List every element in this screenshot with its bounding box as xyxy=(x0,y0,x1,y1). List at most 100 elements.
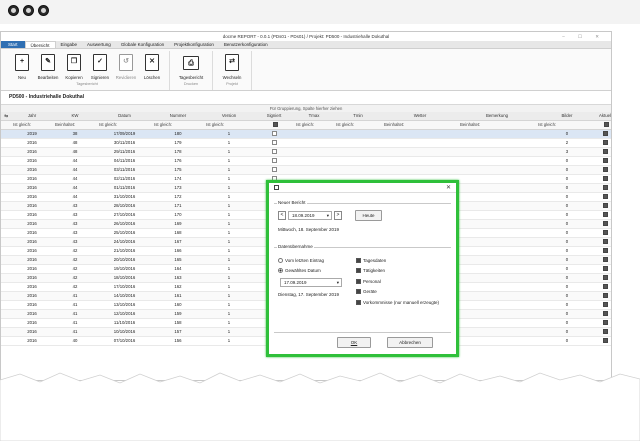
window-controls[interactable]: – ☐ ✕ xyxy=(562,32,605,41)
tab-globale-konfiguration[interactable]: Globale Konfiguration xyxy=(116,41,169,48)
aktuell-checkbox[interactable] xyxy=(603,239,608,245)
radio-chosen-date[interactable]: Gewähltes Datum xyxy=(278,268,321,274)
maximize-window-icon[interactable] xyxy=(38,5,49,16)
ok-button[interactable]: OK xyxy=(337,337,371,348)
row-indicator[interactable] xyxy=(1,183,11,194)
row-indicator[interactable] xyxy=(1,201,11,212)
tab-auswertung[interactable]: Auswertung xyxy=(82,41,116,48)
aktuell-checkbox[interactable] xyxy=(603,176,608,182)
aktuell-checkbox[interactable] xyxy=(603,149,608,155)
row-indicator[interactable] xyxy=(1,210,11,221)
row-indicator[interactable] xyxy=(1,165,11,176)
tab-start[interactable]: Start xyxy=(1,41,25,48)
row-indicator[interactable] xyxy=(1,156,11,167)
aktuell-checkbox[interactable] xyxy=(603,140,608,146)
column-header[interactable]: Bemerkung xyxy=(458,112,536,122)
aktuell-checkbox[interactable] xyxy=(603,167,608,173)
row-indicator[interactable] xyxy=(1,192,11,203)
copy-button[interactable]: ❐ Kopieren xyxy=(61,51,87,80)
row-indicator[interactable] xyxy=(1,309,11,320)
row-indicator[interactable] xyxy=(1,174,11,185)
table-row[interactable]: 2019 38 17/09/2019 180 1 0 xyxy=(1,129,611,140)
row-indicator[interactable] xyxy=(1,273,11,284)
aktuell-checkbox[interactable] xyxy=(603,185,608,191)
revise-button[interactable]: ↺ Revidieren xyxy=(113,51,139,80)
row-indicator[interactable] xyxy=(1,228,11,239)
group-icon[interactable]: ⇆ xyxy=(1,112,11,122)
filter-cell[interactable]: Ist gleich: xyxy=(11,120,53,131)
aktuell-checkbox[interactable] xyxy=(603,131,608,137)
filter-checkbox[interactable] xyxy=(272,122,278,128)
row-indicator[interactable] xyxy=(1,138,11,149)
aktuell-checkbox[interactable] xyxy=(603,194,608,200)
table-row[interactable]: 2016 48 29/11/2016 178 1 3 xyxy=(1,147,611,158)
check-gerate[interactable]: Geräte xyxy=(356,289,377,295)
today-button[interactable]: Heute xyxy=(355,210,382,221)
aktuell-checkbox[interactable] xyxy=(603,248,608,254)
column-header[interactable]: Nummer xyxy=(152,112,204,122)
chevron-down-icon[interactable]: ▾ xyxy=(337,279,339,286)
table-row[interactable]: 2016 48 30/11/2016 179 1 2 xyxy=(1,138,611,149)
signiert-checkbox[interactable] xyxy=(271,149,277,155)
column-header[interactable]: Jahr xyxy=(11,112,53,122)
row-indicator[interactable] xyxy=(1,129,11,140)
source-date-picker[interactable]: 17.09.2019 ▾ xyxy=(280,278,342,287)
aktuell-checkbox[interactable] xyxy=(603,311,608,317)
aktuell-checkbox[interactable] xyxy=(603,284,608,290)
cancel-button[interactable]: Abbrechen xyxy=(387,337,433,348)
aktuell-checkbox[interactable] xyxy=(603,230,608,236)
check-tagesdaten[interactable]: Tagesdaten xyxy=(356,258,386,264)
aktuell-checkbox[interactable] xyxy=(603,212,608,218)
new-button[interactable]: + Neu xyxy=(9,51,35,80)
check-personal[interactable]: Personal xyxy=(356,279,381,285)
filter-cell[interactable] xyxy=(254,120,294,131)
signiert-checkbox[interactable] xyxy=(271,167,277,173)
tab-projektkonfiguration[interactable]: Projektkonfiguration xyxy=(169,41,219,48)
filter-cell[interactable]: Beinhaltet: xyxy=(382,120,458,131)
aktuell-checkbox[interactable] xyxy=(603,338,608,344)
signiert-checkbox[interactable] xyxy=(271,158,277,164)
dialog-close-icon[interactable]: ✕ xyxy=(446,184,451,191)
row-indicator[interactable] xyxy=(1,336,11,347)
row-indicator[interactable] xyxy=(1,255,11,266)
tab-ubersicht[interactable]: Übersicht xyxy=(24,41,56,48)
print-report-button[interactable]: ⎙ Tagesbericht xyxy=(174,51,208,80)
prev-day-button[interactable]: < xyxy=(278,211,286,220)
row-indicator[interactable] xyxy=(1,300,11,311)
row-indicator[interactable] xyxy=(1,246,11,257)
aktuell-checkbox[interactable] xyxy=(603,275,608,281)
close-window-icon[interactable] xyxy=(8,5,19,16)
filter-cell[interactable]: Ist gleich: xyxy=(536,120,598,131)
row-indicator[interactable] xyxy=(1,219,11,230)
column-header[interactable]: Datum xyxy=(97,112,152,122)
delete-button[interactable]: ✕ Löschen xyxy=(139,51,165,80)
aktuell-checkbox[interactable] xyxy=(603,266,608,272)
aktuell-checkbox[interactable] xyxy=(603,329,608,335)
check-tatigkeiten[interactable]: Tätigkeiten xyxy=(356,268,385,274)
table-row[interactable]: 2016 44 04/11/2016 176 1 0 xyxy=(1,156,611,167)
aktuell-checkbox[interactable] xyxy=(603,203,608,209)
column-header[interactable]: KW xyxy=(53,112,97,122)
signiert-checkbox[interactable] xyxy=(271,140,277,146)
switch-project-button[interactable]: ⇄ Wechseln xyxy=(217,51,247,80)
row-indicator[interactable] xyxy=(1,237,11,248)
sign-button[interactable]: ✓ Signieren xyxy=(87,51,113,80)
column-header[interactable]: Wetter xyxy=(382,112,458,122)
chevron-down-icon[interactable]: ▾ xyxy=(327,212,329,219)
aktuell-checkbox[interactable] xyxy=(603,320,608,326)
column-header[interactable]: Bilder xyxy=(536,112,598,122)
report-date-picker[interactable]: 18.09.2019 ▾ xyxy=(288,211,332,220)
group-drop-hint[interactable]: Für Gruppierung, Spalte hierher ziehen xyxy=(1,104,611,112)
aktuell-checkbox[interactable] xyxy=(603,158,608,164)
column-header[interactable]: Signiert xyxy=(254,112,294,122)
row-indicator[interactable] xyxy=(1,264,11,275)
filter-cell[interactable]: Ist gleich: xyxy=(294,120,334,131)
tab-eingabe[interactable]: Eingabe xyxy=(56,41,83,48)
aktuell-checkbox[interactable] xyxy=(603,221,608,227)
aktuell-checkbox[interactable] xyxy=(603,257,608,263)
filter-cell[interactable]: Ist gleich: xyxy=(204,120,254,131)
table-row[interactable]: 2016 44 03/11/2016 175 1 0 xyxy=(1,165,611,176)
filter-cell[interactable]: Ist gleich: xyxy=(152,120,204,131)
filter-cell[interactable]: Beinhaltet: xyxy=(458,120,536,131)
radio-last-entry[interactable]: Vom letzten Eintrag xyxy=(278,258,324,264)
